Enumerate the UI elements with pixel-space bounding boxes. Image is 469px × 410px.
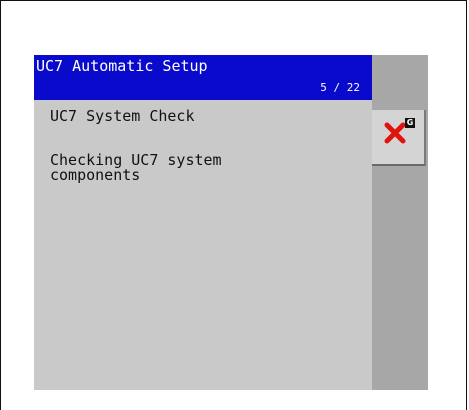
close-icon bbox=[384, 122, 406, 148]
step-description: Checking UC7 system components bbox=[50, 151, 222, 184]
setup-screen: UC7 Automatic Setup 5 / 22 UC7 System Ch… bbox=[34, 55, 428, 390]
step-counter: 5 / 22 bbox=[320, 81, 360, 94]
cancel-button[interactable]: G bbox=[372, 110, 426, 166]
step-title: UC7 System Check bbox=[50, 107, 195, 125]
title-bar: UC7 Automatic Setup 5 / 22 bbox=[34, 55, 372, 100]
main-panel: UC7 Automatic Setup 5 / 22 UC7 System Ch… bbox=[34, 55, 372, 390]
side-panel bbox=[372, 55, 428, 390]
shortcut-badge: G bbox=[405, 118, 415, 128]
window-title: UC7 Automatic Setup bbox=[36, 57, 208, 75]
